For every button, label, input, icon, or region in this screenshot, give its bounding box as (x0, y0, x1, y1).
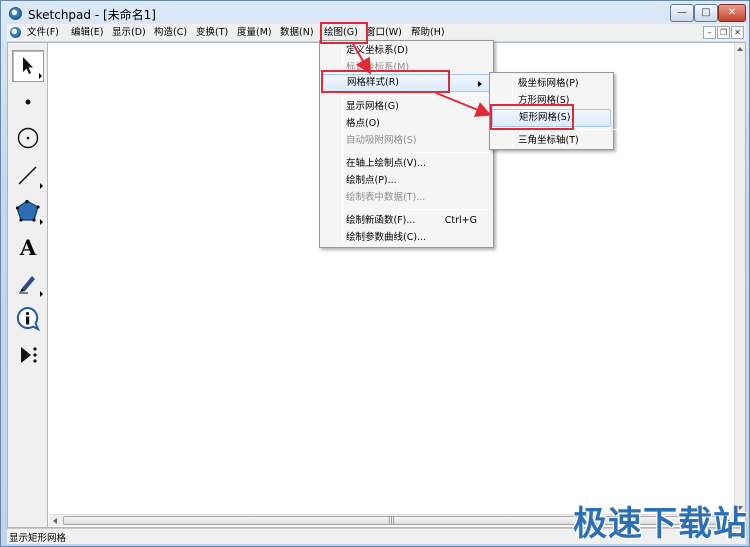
menu-item-triangular-axes[interactable]: 三角坐标轴(T) (492, 132, 611, 150)
menu-item-plot-parametric-curve[interactable]: 绘制参数曲线(C)... (322, 229, 491, 247)
menu-item-plot-points[interactable]: 绘制点(P)... (322, 172, 491, 190)
text-icon: A (19, 234, 37, 260)
information-tool[interactable] (12, 303, 44, 335)
window-title: Sketchpad - [未命名1] (28, 8, 156, 22)
text-tool[interactable]: A (12, 231, 44, 263)
tool-options-marker (40, 183, 43, 189)
menu-item-snap-to-grid[interactable]: 自动吸附网格(S) (322, 132, 491, 150)
menu-separator (345, 95, 491, 96)
polygon-tool[interactable] (12, 195, 44, 227)
menu-item-grid-points[interactable]: 格点(O) (322, 115, 491, 133)
point-tool[interactable] (12, 86, 44, 118)
menu-item-label: 极坐标网格(P) (518, 78, 579, 89)
menu-item-label: 三角坐标轴(T) (518, 135, 579, 146)
information-icon (16, 306, 41, 332)
menu-item-shortcut: Ctrl+G (444, 215, 477, 226)
document-minimize-button[interactable]: – (703, 26, 716, 39)
toolbox: A (8, 43, 48, 527)
menu-item-plot-new-function[interactable]: 绘制新函数(F)... Ctrl+G (322, 212, 491, 230)
menu-item-show-grid[interactable]: 显示网格(G) (322, 98, 491, 116)
document-restore-button[interactable]: ❐ (717, 26, 730, 39)
menu-item-label: 绘制表中数据(T)... (346, 192, 426, 203)
menu-item-label: 在轴上绘制点(V)... (346, 158, 426, 169)
scroll-left-icon[interactable] (53, 518, 57, 524)
menu-construct[interactable]: 构造(C) (152, 24, 189, 42)
menu-display[interactable]: 显示(D) (110, 24, 148, 42)
menu-separator (345, 209, 491, 210)
title-bar[interactable]: Sketchpad - [未命名1] — □ ✕ (1, 1, 749, 25)
sketchpad-app-icon[interactable] (9, 7, 22, 20)
polygon-icon (15, 199, 40, 222)
application-window: Sketchpad - [未命名1] — □ ✕ 文件(F) 编辑(E) 显示(… (0, 0, 750, 547)
menu-item-plot-point-on-axis[interactable]: 在轴上绘制点(V)... (322, 155, 491, 173)
menu-separator (345, 152, 491, 153)
compass-tool[interactable] (12, 122, 44, 154)
arrow-select-icon (23, 57, 33, 74)
document-close-button[interactable]: ✕ (731, 26, 744, 39)
menu-edit[interactable]: 编辑(E) (69, 24, 105, 42)
annotation-box-rectangular-grid (490, 104, 574, 130)
submenu-arrow-icon (478, 81, 482, 87)
straightedge-tool[interactable] (12, 159, 44, 191)
document-icon[interactable] (10, 27, 21, 38)
menu-item-label: 绘制参数曲线(C)... (346, 232, 427, 243)
point-icon (25, 99, 31, 105)
custom-tools[interactable] (12, 339, 44, 371)
compass-icon (17, 127, 39, 149)
status-text: 显示矩形网格 (9, 533, 67, 544)
arrow-select-tool[interactable] (12, 50, 44, 82)
tool-options-marker (40, 291, 43, 297)
close-button[interactable]: ✕ (718, 4, 746, 22)
maximize-button[interactable]: □ (694, 4, 718, 22)
minimize-button[interactable]: — (670, 4, 694, 22)
menu-measure[interactable]: 度量(M) (235, 24, 274, 42)
marker-tool[interactable] (12, 267, 44, 299)
menu-item-label: 格点(O) (346, 118, 380, 129)
watermark: 极速下载站 (573, 504, 748, 544)
menu-item-label: 自动吸附网格(S) (346, 135, 417, 146)
menu-item-define-coordinate-system[interactable]: 定义坐标系(D) (322, 42, 491, 60)
menu-transform[interactable]: 变换(T) (194, 24, 230, 42)
menu-item-polar-grid[interactable]: 极坐标网格(P) (492, 75, 611, 93)
menu-item-label: 定义坐标系(D) (346, 45, 409, 56)
annotation-box-grid-style (321, 70, 450, 93)
menu-item-label: 绘制点(P)... (346, 175, 397, 186)
custom-tool-icon (21, 347, 37, 363)
menu-item-plot-table-data[interactable]: 绘制表中数据(T)... (322, 189, 491, 207)
scroll-up-icon[interactable] (737, 47, 743, 51)
vertical-scrollbar[interactable] (734, 43, 745, 514)
menu-item-label: 绘制新函数(F)... (346, 215, 416, 226)
marker-icon (19, 276, 35, 294)
menu-data[interactable]: 数据(N) (278, 24, 316, 42)
tool-options-marker (40, 219, 43, 225)
menu-file[interactable]: 文件(F) (25, 24, 61, 42)
menu-item-label: 显示网格(G) (346, 101, 399, 112)
tool-options-marker (39, 73, 42, 79)
annotation-box-graph-menu (320, 22, 368, 44)
straightedge-icon (18, 166, 37, 185)
